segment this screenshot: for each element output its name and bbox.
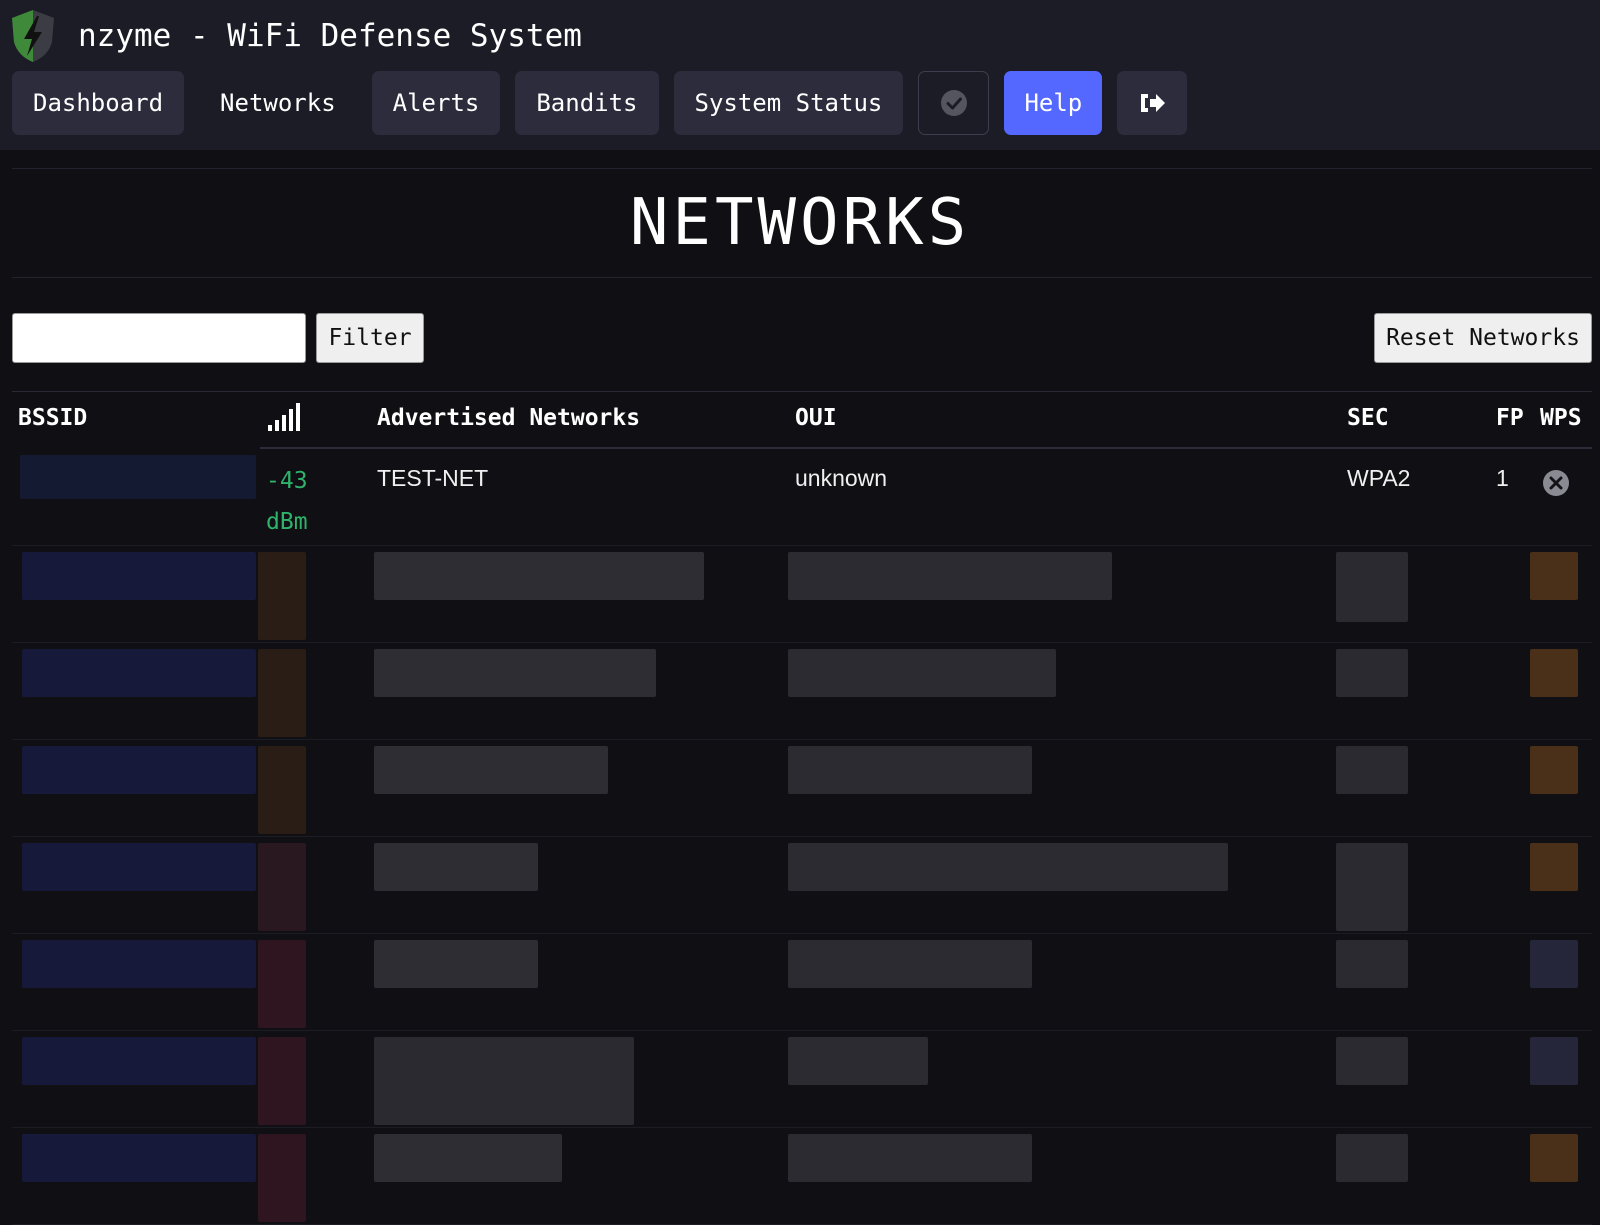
nav-alerts-button[interactable]: Alerts [371, 71, 501, 135]
table-header: BSSID Advertised Networks OUI SEC FP WPS [12, 391, 1592, 449]
nav-system-status-button[interactable]: System Status [673, 71, 904, 135]
redacted-block [1336, 746, 1408, 794]
redacted-block [788, 1134, 1032, 1182]
status-check-button[interactable] [918, 71, 990, 135]
table-row-redacted[interactable] [12, 546, 1592, 643]
table-row-redacted[interactable] [12, 740, 1592, 837]
sec-value: WPA2 [1347, 465, 1411, 491]
x-circle-icon [1542, 469, 1570, 503]
redacted-block [258, 746, 306, 834]
table-row-redacted[interactable] [12, 643, 1592, 740]
redacted-block [1336, 552, 1408, 622]
redacted-block [374, 1134, 562, 1182]
bssid-redacted[interactable] [20, 455, 256, 499]
redacted-block [374, 746, 608, 794]
column-fp: FP [1496, 405, 1524, 431]
nav-networks-button[interactable]: Networks [199, 71, 357, 135]
redacted-block [258, 940, 306, 1028]
filter-input[interactable] [12, 313, 306, 363]
check-circle-icon [940, 90, 967, 116]
column-oui: OUI [795, 405, 837, 431]
column-advertised-networks: Advertised Networks [377, 405, 641, 431]
redacted-block [788, 843, 1228, 891]
redacted-block [22, 1134, 256, 1182]
redacted-block [374, 1037, 634, 1125]
redacted-block [788, 552, 1112, 600]
column-bssid: BSSID [18, 405, 88, 431]
redacted-block [374, 940, 538, 988]
redacted-block [22, 1037, 256, 1085]
title-divider-top [12, 168, 1592, 169]
redacted-block [258, 1134, 306, 1222]
redacted-block [1530, 746, 1578, 794]
main-nav: Dashboard Networks Alerts Bandits System… [12, 71, 1202, 135]
nav-dashboard-button[interactable]: Dashboard [12, 71, 185, 135]
redacted-block [22, 940, 256, 988]
table-row-redacted[interactable] [12, 1128, 1592, 1225]
page-title: NETWORKS [629, 186, 971, 260]
redacted-block [788, 746, 1032, 794]
redacted-block [1530, 552, 1578, 600]
filter-button[interactable]: Filter [316, 313, 424, 363]
signal-unit: dBm [266, 509, 308, 535]
nav-bandits-button[interactable]: Bandits [515, 71, 659, 135]
redacted-block [374, 843, 538, 891]
help-button[interactable]: Help [1004, 71, 1103, 135]
reset-networks-button[interactable]: Reset Networks [1374, 313, 1592, 363]
title-divider-bottom [12, 277, 1592, 278]
redacted-block [1530, 649, 1578, 697]
signal-value: -43 [266, 468, 308, 494]
sign-out-icon [1141, 94, 1166, 112]
redacted-block [258, 552, 306, 640]
redacted-block [1336, 649, 1408, 697]
table-row-redacted[interactable] [12, 1031, 1592, 1128]
redacted-block [22, 649, 256, 697]
redacted-block [1530, 1037, 1578, 1085]
redacted-block [22, 552, 256, 600]
brand[interactable]: nzyme - WiFi Defense System [10, 8, 582, 64]
signal-strength-icon [268, 403, 302, 437]
redacted-block [1336, 1037, 1408, 1085]
redacted-block [1336, 1134, 1408, 1182]
redacted-block [22, 843, 256, 891]
redacted-block [258, 843, 306, 931]
redacted-block [258, 649, 306, 737]
table-row-redacted[interactable] [12, 837, 1592, 934]
column-wps: WPS [1540, 405, 1582, 431]
app-title: nzyme - WiFi Defense System [78, 18, 582, 54]
logout-button[interactable] [1117, 71, 1188, 135]
redacted-block [788, 940, 1032, 988]
redacted-block [1530, 843, 1578, 891]
oui-value: unknown [795, 465, 888, 491]
fp-value: 1 [1496, 465, 1509, 491]
redacted-block [258, 1037, 306, 1125]
table-row-redacted[interactable] [12, 934, 1592, 1031]
redacted-block [1530, 940, 1578, 988]
redacted-block [1530, 1134, 1578, 1182]
redacted-block [1336, 843, 1408, 931]
signal-cell: -43 dBm [266, 461, 308, 543]
nzyme-shield-logo-icon [12, 10, 54, 62]
redacted-block [374, 552, 704, 600]
networks-table: BSSID Advertised Networks OUI SEC FP WPS… [12, 391, 1592, 1225]
column-sec: SEC [1347, 405, 1389, 431]
redacted-block [788, 1037, 928, 1085]
table-row[interactable]: -43 dBm TEST-NET unknown WPA2 1 [12, 449, 1592, 546]
top-navbar: nzyme - WiFi Defense System Dashboard Ne… [0, 0, 1600, 150]
redacted-block [788, 649, 1056, 697]
redacted-block [1336, 940, 1408, 988]
redacted-block [374, 649, 656, 697]
network-name[interactable]: TEST-NET [377, 465, 488, 492]
redacted-block [22, 746, 256, 794]
